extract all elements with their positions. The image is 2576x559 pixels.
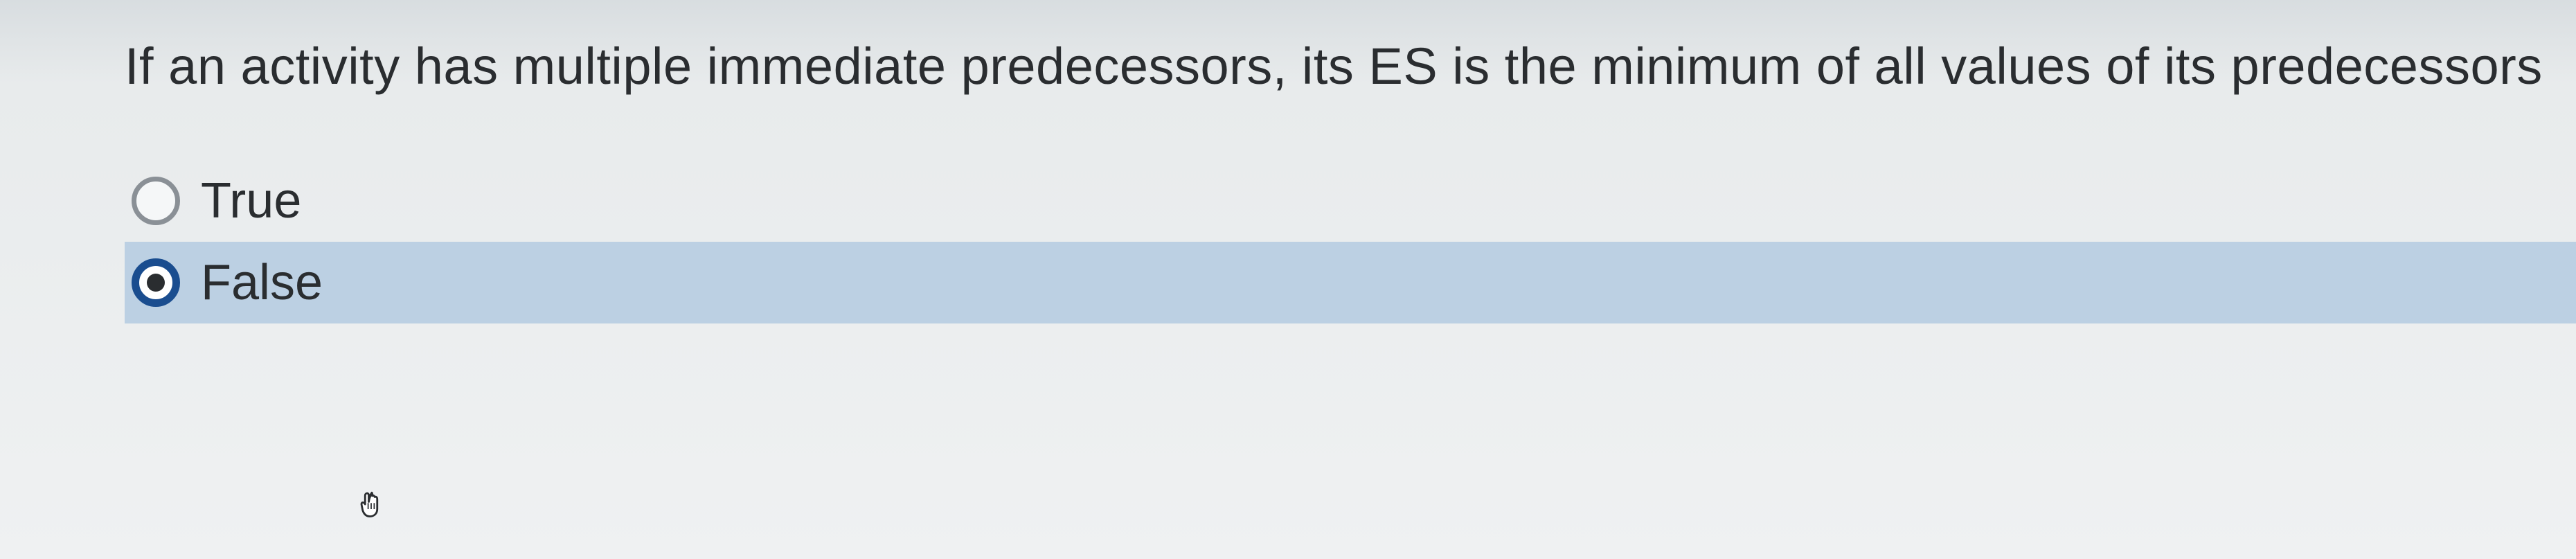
radio-icon <box>132 258 180 307</box>
option-false[interactable]: False <box>125 242 2576 323</box>
option-label-true: True <box>201 172 301 229</box>
question-text: If an activity has multiple immediate pr… <box>125 28 2576 105</box>
options-group: True False <box>125 160 2576 323</box>
option-true[interactable]: True <box>125 160 2576 242</box>
pointer-cursor-icon <box>352 485 391 524</box>
option-label-false: False <box>201 254 323 311</box>
radio-icon <box>132 177 180 225</box>
